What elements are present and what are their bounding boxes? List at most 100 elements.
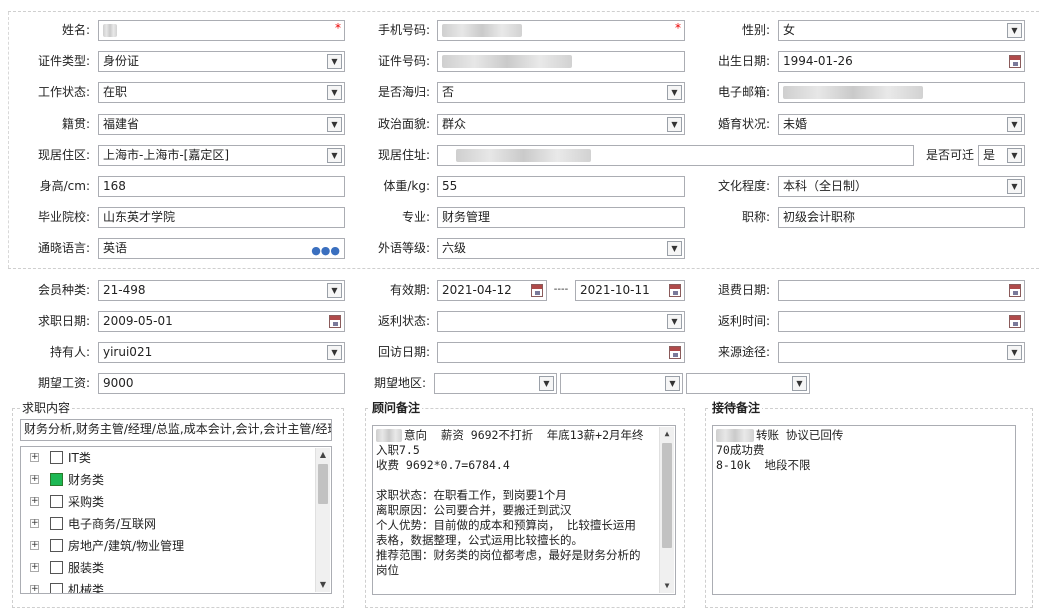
calendar-icon[interactable]: [1009, 55, 1021, 68]
note-line: 8-10k 地段不限: [716, 458, 811, 472]
calendar-icon[interactable]: [329, 315, 341, 328]
chevron-down-icon[interactable]: ▼: [667, 117, 682, 132]
email-field[interactable]: [778, 82, 1025, 103]
residence-area-select[interactable]: 上海市-上海市-[嘉定区] ▼: [98, 145, 345, 166]
expand-icon[interactable]: +: [30, 475, 39, 484]
name-field[interactable]: *: [98, 20, 345, 41]
refund-date-field[interactable]: [778, 280, 1025, 301]
email-label: 电子邮箱:: [717, 85, 770, 99]
scroll-up-icon[interactable]: ▲: [316, 448, 330, 462]
chevron-down-icon[interactable]: ▼: [1007, 117, 1022, 132]
foreign-level-select[interactable]: 六级 ▼: [437, 238, 685, 259]
gender-select[interactable]: 女 ▼: [778, 20, 1025, 41]
native-place-select[interactable]: 福建省 ▼: [98, 114, 345, 135]
address-field[interactable]: [437, 145, 914, 166]
holder-select[interactable]: yirui021 ▼: [98, 342, 345, 363]
notes-scrollbar[interactable]: ▲ ▼: [659, 427, 674, 593]
job-date-label: 求职日期:: [37, 314, 90, 328]
chevron-down-icon[interactable]: ▼: [1007, 148, 1022, 163]
checkbox[interactable]: [50, 473, 63, 486]
reception-notes-textarea[interactable]: 转账 协议已回传 70成功费 8-10k 地段不限: [712, 425, 1016, 595]
consultant-notes-textarea[interactable]: 意向 薪资 9692不打折 年底13薪+2月年终 入职7.5 收费 9692*0.7…: [372, 425, 676, 595]
chevron-down-icon[interactable]: ▼: [667, 85, 682, 100]
chevron-down-icon[interactable]: ▼: [665, 376, 680, 391]
chevron-down-icon[interactable]: ▼: [327, 54, 342, 69]
expand-icon[interactable]: +: [30, 563, 39, 572]
scroll-down-icon[interactable]: ▼: [316, 578, 330, 592]
scroll-thumb[interactable]: [662, 443, 672, 548]
education-select[interactable]: 本科（全日制） ▼: [778, 176, 1025, 197]
calendar-icon[interactable]: [1009, 284, 1021, 297]
chevron-down-icon[interactable]: ▼: [539, 376, 554, 391]
more-icon[interactable]: ●●●: [311, 241, 340, 258]
calendar-icon[interactable]: [531, 284, 543, 297]
expand-icon[interactable]: +: [30, 541, 39, 550]
expand-icon[interactable]: +: [30, 453, 39, 462]
rebate-time-field[interactable]: [778, 311, 1025, 332]
calendar-icon[interactable]: [669, 346, 681, 359]
chevron-down-icon[interactable]: ▼: [1007, 345, 1022, 360]
visit-date-label: 回访日期:: [377, 345, 430, 359]
school-field[interactable]: 山东英才学院: [98, 207, 345, 228]
salary-field[interactable]: 9000: [98, 373, 345, 394]
tree-scrollbar[interactable]: ▲ ▼: [315, 448, 330, 592]
marital-label: 婚育状况:: [717, 117, 770, 131]
birth-date-label: 出生日期:: [717, 54, 770, 68]
language-field[interactable]: 英语 ●●●: [98, 238, 345, 259]
political-select[interactable]: 群众 ▼: [437, 114, 685, 135]
job-category-tree[interactable]: + IT类 + 财务类 + 采购类 + 电子商务/互联网 + 房地产/建筑/物业管理 + 服装类 + 机械…: [20, 446, 332, 594]
birth-date-field[interactable]: 1994-01-26: [778, 51, 1025, 72]
visit-date-field[interactable]: [437, 342, 685, 363]
rebate-status-select[interactable]: ▼: [437, 311, 685, 332]
chevron-down-icon[interactable]: ▼: [327, 345, 342, 360]
redacted-phone: [442, 24, 522, 37]
tree-item-label: 机械类: [68, 583, 105, 594]
calendar-icon[interactable]: [669, 284, 681, 297]
phone-field[interactable]: *: [437, 20, 685, 41]
scroll-thumb[interactable]: [318, 464, 328, 504]
calendar-icon[interactable]: [1009, 315, 1021, 328]
weight-field[interactable]: 55: [437, 176, 685, 197]
valid-to-field[interactable]: 2021-10-11: [575, 280, 685, 301]
chevron-down-icon[interactable]: ▼: [327, 148, 342, 163]
checkbox[interactable]: [50, 583, 63, 593]
major-field[interactable]: 财务管理: [437, 207, 685, 228]
checkbox[interactable]: [50, 561, 63, 574]
expand-icon[interactable]: +: [30, 585, 39, 593]
checkbox[interactable]: [50, 495, 63, 508]
chevron-down-icon[interactable]: ▼: [667, 241, 682, 256]
valid-from-field[interactable]: 2021-04-12: [437, 280, 547, 301]
scroll-down-icon[interactable]: ▼: [660, 579, 674, 593]
title-field[interactable]: 初级会计职称: [778, 207, 1025, 228]
id-type-select[interactable]: 身份证 ▼: [98, 51, 345, 72]
returnee-select[interactable]: 否 ▼: [437, 82, 685, 103]
chevron-down-icon[interactable]: ▼: [667, 314, 682, 329]
expand-icon[interactable]: +: [30, 519, 39, 528]
source-select[interactable]: ▼: [778, 342, 1025, 363]
expand-icon[interactable]: +: [30, 497, 39, 506]
id-number-field[interactable]: [437, 51, 685, 72]
scroll-up-icon[interactable]: ▲: [660, 427, 674, 441]
reception-notes-title: 接待备注: [710, 400, 763, 416]
region-province-select[interactable]: ▼: [434, 373, 557, 394]
height-field[interactable]: 168: [98, 176, 345, 197]
region-district-select[interactable]: ▼: [686, 373, 810, 394]
region-city-select[interactable]: ▼: [560, 373, 683, 394]
tree-list: + IT类 + 财务类 + 采购类 + 电子商务/互联网 + 房地产/建筑/物业管理 + 服装类 + 机械…: [26, 447, 314, 593]
checkbox[interactable]: [50, 517, 63, 530]
member-type-select[interactable]: 21-498 ▼: [98, 280, 345, 301]
chevron-down-icon[interactable]: ▼: [327, 85, 342, 100]
checkbox[interactable]: [50, 539, 63, 552]
job-date-field[interactable]: 2009-05-01: [98, 311, 345, 332]
chevron-down-icon[interactable]: ▼: [327, 283, 342, 298]
note-line: 收费 9692*0.7=6784.4: [376, 458, 510, 472]
work-status-select[interactable]: 在职 ▼: [98, 82, 345, 103]
checkbox[interactable]: [50, 451, 63, 464]
chevron-down-icon[interactable]: ▼: [792, 376, 807, 391]
job-content-summary[interactable]: 财务分析,财务主管/经理/总监,成本会计,会计,会计主管/经理: [20, 419, 332, 441]
chevron-down-icon[interactable]: ▼: [327, 117, 342, 132]
marital-select[interactable]: 未婚 ▼: [778, 114, 1025, 135]
chevron-down-icon[interactable]: ▼: [1007, 23, 1022, 38]
relocate-select[interactable]: 是 ▼: [978, 145, 1025, 166]
chevron-down-icon[interactable]: ▼: [1007, 179, 1022, 194]
